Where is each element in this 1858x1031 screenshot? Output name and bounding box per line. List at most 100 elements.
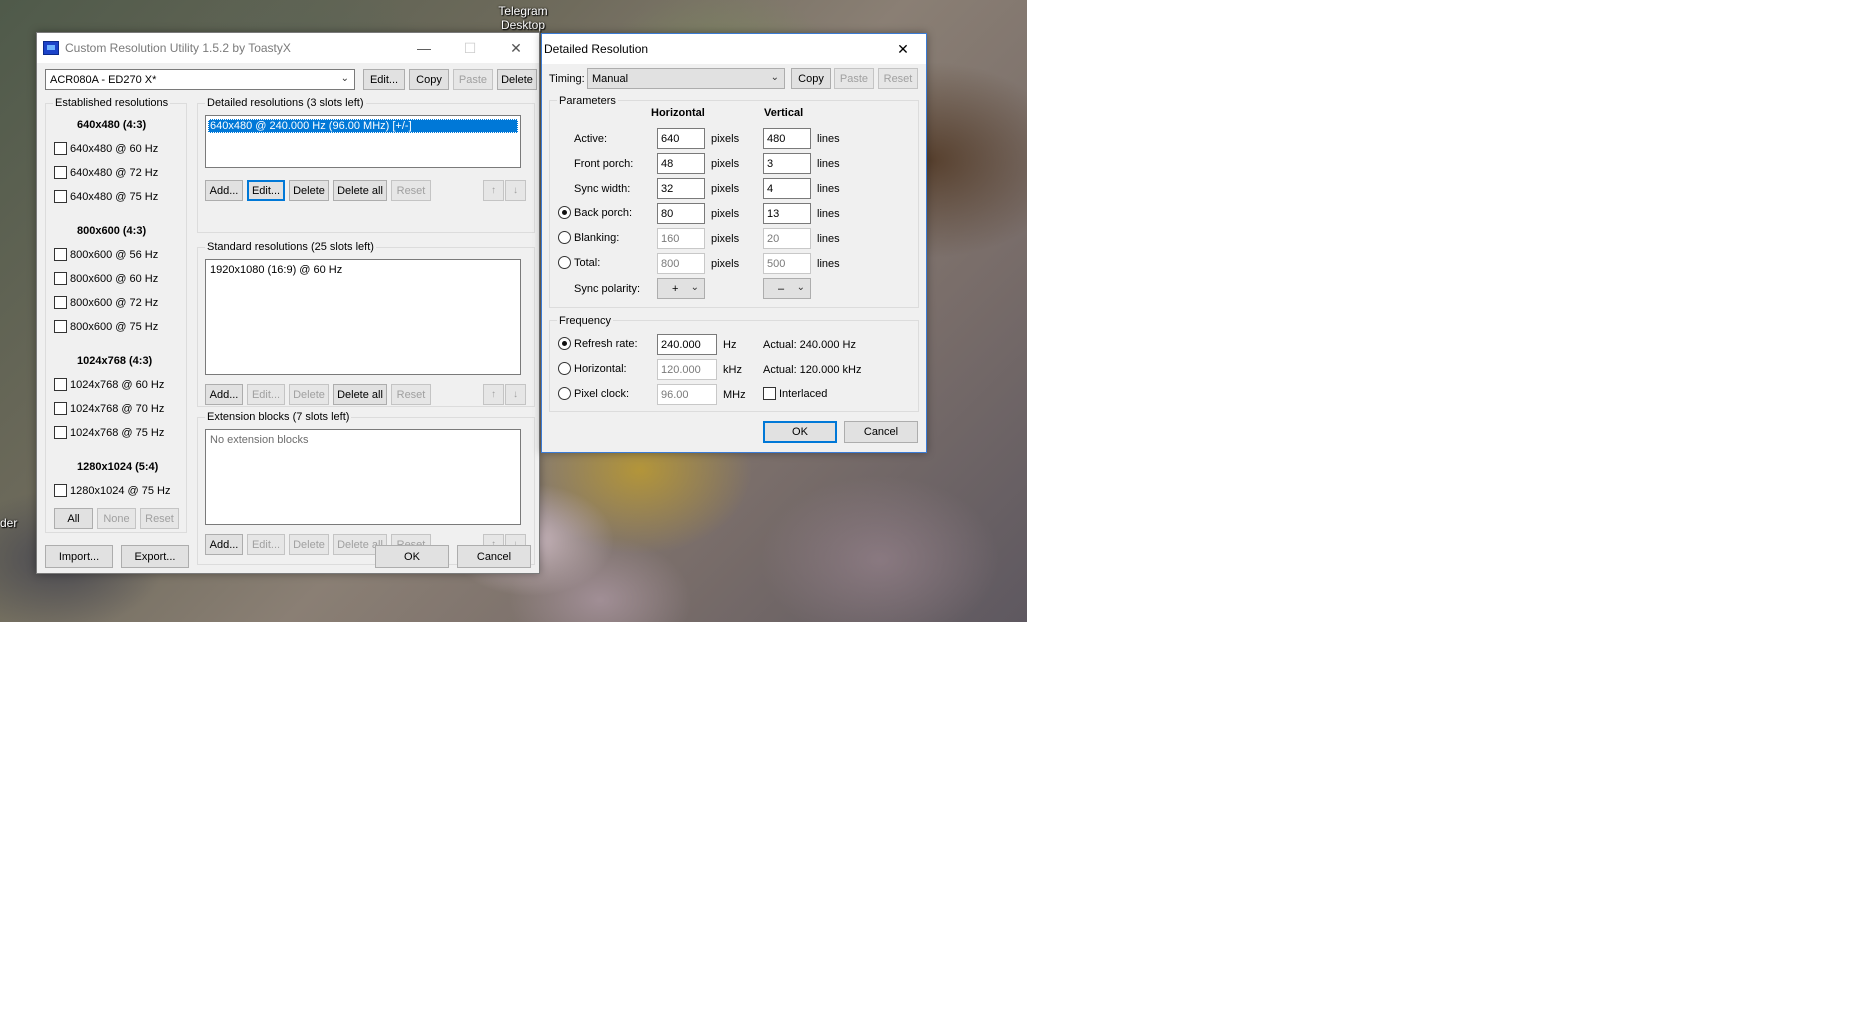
checkbox-box[interactable] (54, 272, 67, 285)
checkbox-box[interactable] (54, 166, 67, 179)
minimize-icon[interactable]: — (401, 33, 447, 63)
v-blanking-field[interactable]: 20 (763, 228, 811, 249)
checkbox-box[interactable] (54, 248, 67, 261)
v-active-field[interactable]: 480 (763, 128, 811, 149)
established-checkbox[interactable]: 800x600 @ 56 Hz (54, 248, 158, 261)
main-ok-button[interactable]: OK (375, 545, 449, 568)
horizontal-freq-radio[interactable]: Horizontal: (558, 362, 627, 375)
detailed-move-down-button[interactable]: ↓ (505, 180, 526, 201)
close-icon[interactable]: ✕ (493, 33, 539, 63)
timing-paste-button[interactable]: Paste (834, 68, 874, 89)
dialog-ok-button[interactable]: OK (763, 421, 837, 443)
radio-dot[interactable] (558, 206, 571, 219)
standard-delete-button[interactable]: Delete (289, 384, 329, 405)
monitor-delete-button[interactable]: Delete (497, 69, 537, 90)
radio-dot[interactable] (558, 231, 571, 244)
detailed-add-button[interactable]: Add... (205, 180, 243, 201)
import-button[interactable]: Import... (45, 545, 113, 568)
detailed-delete-button[interactable]: Delete (289, 180, 329, 201)
extension-delete-button[interactable]: Delete (289, 534, 329, 555)
checkbox-box[interactable] (54, 190, 67, 203)
timing-select[interactable]: Manual ⌄ (587, 68, 785, 89)
refresh-rate-radio[interactable]: Refresh rate: (558, 337, 638, 350)
monitor-paste-button[interactable]: Paste (453, 69, 493, 90)
established-checkbox[interactable]: 640x480 @ 72 Hz (54, 166, 158, 179)
monitor-select[interactable]: ACR080A - ED270 X* ⌄ (45, 69, 355, 90)
checkbox-box[interactable] (54, 484, 67, 497)
checkbox-box[interactable] (54, 142, 67, 155)
h-back-porch-field[interactable]: 80 (657, 203, 705, 224)
radio-dot[interactable] (558, 337, 571, 350)
main-cancel-button[interactable]: Cancel (457, 545, 531, 568)
v-sync-width-field[interactable]: 4 (763, 178, 811, 199)
established-none-button[interactable]: None (97, 508, 136, 529)
extension-add-button[interactable]: Add... (205, 534, 243, 555)
dialog-titlebar[interactable]: Detailed Resolution ✕ (542, 34, 926, 64)
standard-resolutions-list[interactable]: 1920x1080 (16:9) @ 60 Hz (205, 259, 521, 375)
established-checkbox[interactable]: 1280x1024 @ 75 Hz (54, 484, 170, 497)
established-checkbox[interactable]: 800x600 @ 72 Hz (54, 296, 158, 309)
monitor-edit-button[interactable]: Edit... (363, 69, 405, 90)
radio-dot[interactable] (558, 387, 571, 400)
h-active-field[interactable]: 640 (657, 128, 705, 149)
established-checkbox[interactable]: 640x480 @ 75 Hz (54, 190, 158, 203)
h-sync-polarity-select[interactable]: + ⌄ (657, 278, 705, 299)
established-checkbox[interactable]: 800x600 @ 75 Hz (54, 320, 158, 333)
detailed-resolutions-list[interactable]: 640x480 @ 240.000 Hz (96.00 MHz) [+/-] (205, 115, 521, 168)
h-blanking-field[interactable]: 160 (657, 228, 705, 249)
established-reset-button[interactable]: Reset (140, 508, 179, 529)
standard-delete-all-button[interactable]: Delete all (333, 384, 387, 405)
monitor-copy-button[interactable]: Copy (409, 69, 449, 90)
detailed-edit-button[interactable]: Edit... (247, 180, 285, 201)
timing-copy-button[interactable]: Copy (791, 68, 831, 89)
list-item[interactable]: 1920x1080 (16:9) @ 60 Hz (208, 263, 518, 277)
standard-move-down-button[interactable]: ↓ (505, 384, 526, 405)
h-front-porch-field[interactable]: 48 (657, 153, 705, 174)
h-sync-width-field[interactable]: 32 (657, 178, 705, 199)
h-total-field[interactable]: 800 (657, 253, 705, 274)
detailed-reset-button[interactable]: Reset (391, 180, 431, 201)
v-sync-polarity-select[interactable]: – ⌄ (763, 278, 811, 299)
interlaced-checkbox[interactable]: Interlaced (763, 387, 827, 400)
pixel-clock-radio[interactable]: Pixel clock: (558, 387, 629, 400)
checkbox-box[interactable] (54, 378, 67, 391)
radio-dot[interactable] (558, 256, 571, 269)
refresh-rate-field[interactable]: 240.000 (657, 334, 717, 355)
export-button[interactable]: Export... (121, 545, 189, 568)
horizontal-freq-field[interactable]: 120.000 (657, 359, 717, 380)
checkbox-box[interactable] (54, 320, 67, 333)
timing-reset-button[interactable]: Reset (878, 68, 918, 89)
v-total-field[interactable]: 500 (763, 253, 811, 274)
checkbox-box[interactable] (763, 387, 776, 400)
detailed-delete-all-button[interactable]: Delete all (333, 180, 387, 201)
desktop-icon-label-partial[interactable]: der (0, 516, 17, 530)
established-checkbox[interactable]: 1024x768 @ 70 Hz (54, 402, 164, 415)
established-checkbox[interactable]: 1024x768 @ 60 Hz (54, 378, 164, 391)
radio-dot[interactable] (558, 362, 571, 375)
checkbox-box[interactable] (54, 426, 67, 439)
detailed-move-up-button[interactable]: ↑ (483, 180, 504, 201)
list-item[interactable]: 640x480 @ 240.000 Hz (96.00 MHz) [+/-] (208, 119, 518, 133)
extension-blocks-list[interactable]: No extension blocks (205, 429, 521, 525)
pixel-clock-field[interactable]: 96.00 (657, 384, 717, 405)
standard-move-up-button[interactable]: ↑ (483, 384, 504, 405)
desktop-icon-telegram[interactable]: Telegram Desktop (488, 4, 558, 32)
standard-reset-button[interactable]: Reset (391, 384, 431, 405)
checkbox-box[interactable] (54, 296, 67, 309)
checkbox-box[interactable] (54, 402, 67, 415)
established-checkbox[interactable]: 800x600 @ 60 Hz (54, 272, 158, 285)
established-all-button[interactable]: All (54, 508, 93, 529)
total-radio[interactable]: Total: (558, 256, 600, 269)
blanking-radio[interactable]: Blanking: (558, 231, 619, 244)
extension-edit-button[interactable]: Edit... (247, 534, 285, 555)
close-icon[interactable]: ✕ (880, 34, 926, 64)
v-front-porch-field[interactable]: 3 (763, 153, 811, 174)
dialog-cancel-button[interactable]: Cancel (844, 421, 918, 443)
back-porch-radio[interactable]: Back porch: (558, 206, 632, 219)
established-checkbox[interactable]: 640x480 @ 60 Hz (54, 142, 158, 155)
standard-edit-button[interactable]: Edit... (247, 384, 285, 405)
maximize-icon[interactable]: ☐ (447, 33, 493, 63)
v-back-porch-field[interactable]: 13 (763, 203, 811, 224)
main-titlebar[interactable]: Custom Resolution Utility 1.5.2 by Toast… (37, 33, 539, 63)
established-checkbox[interactable]: 1024x768 @ 75 Hz (54, 426, 164, 439)
